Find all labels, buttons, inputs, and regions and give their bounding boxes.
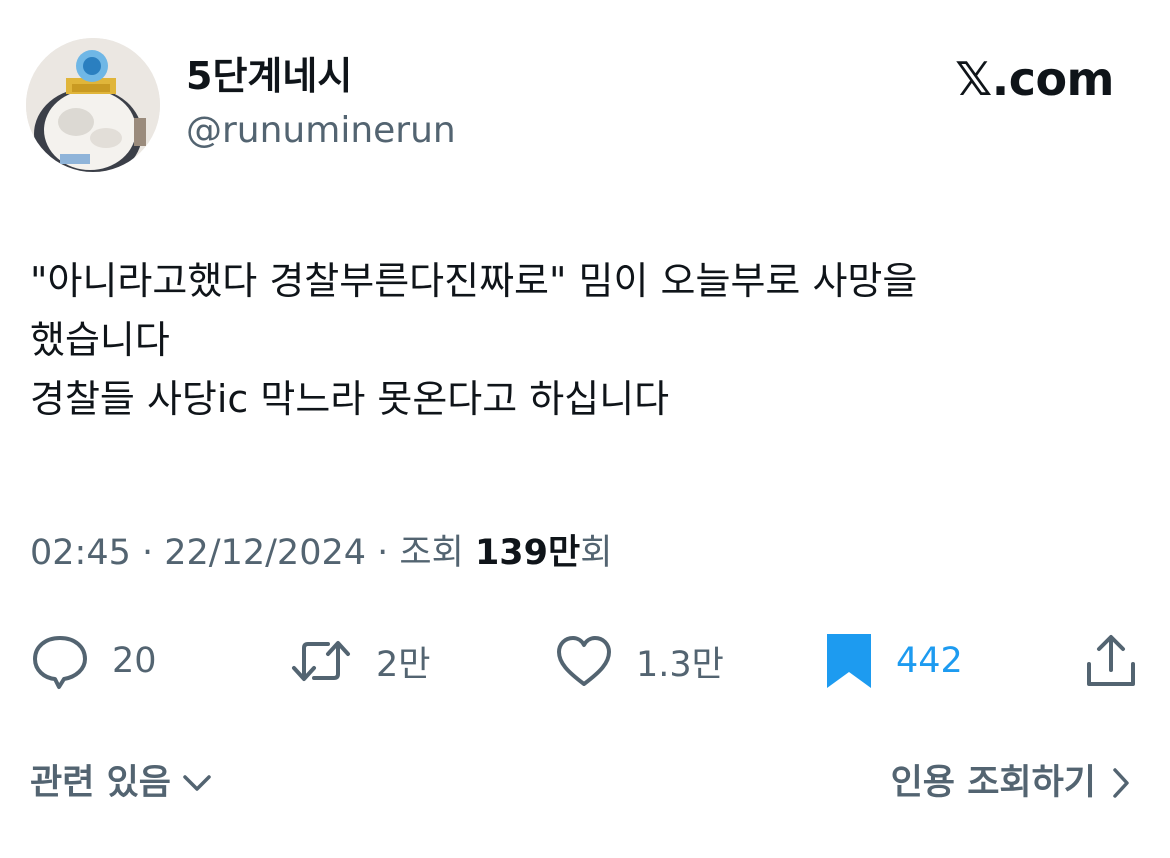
tweet-line: 경찰들 사당ic 막느라 못온다고 하십니다	[30, 377, 670, 421]
tweet-time[interactable]: 02:45	[30, 533, 131, 573]
repost-count: 2만	[376, 644, 431, 685]
meta-separator: ·	[366, 533, 400, 573]
avatar[interactable]	[26, 38, 160, 172]
author-display-name[interactable]: 5단계네시	[186, 52, 352, 100]
repost-icon	[292, 641, 350, 681]
tweet-meta: 02:45 · 22/12/2024 · 조회 139만회	[30, 530, 612, 576]
chevron-right-icon	[1113, 768, 1129, 798]
tweet-date[interactable]: 22/12/2024	[164, 533, 366, 573]
tweet-line: 했습니다	[30, 318, 170, 362]
reply-icon	[33, 636, 87, 689]
repost-button[interactable]: 2만	[288, 632, 430, 690]
x-logo: 𝕏.com	[955, 52, 1114, 106]
bookmark-icon	[827, 634, 871, 688]
reply-count: 20	[112, 641, 157, 681]
author-handle[interactable]: @runuminerun	[186, 108, 456, 154]
reply-button[interactable]: 20	[30, 632, 157, 690]
share-icon	[1087, 635, 1135, 686]
share-button[interactable]	[1082, 632, 1140, 690]
like-count: 1.3만	[636, 644, 724, 685]
meta-separator: ·	[130, 533, 165, 573]
bookmark-count: 442	[896, 641, 963, 681]
view-quotes-link[interactable]: 인용 조회하기	[891, 760, 1132, 806]
related-toggle[interactable]: 관련 있음	[30, 760, 215, 806]
view-quotes-label: 인용 조회하기	[890, 763, 1096, 803]
tweet-text: "아니라고했다 경찰부른다진짜로" 밈이 오늘부로 사망을 했습니다 경찰들 사…	[30, 252, 1140, 429]
heart-icon	[557, 636, 611, 686]
views-label: 조회	[399, 533, 464, 573]
bookmark-button[interactable]: 442	[824, 632, 963, 690]
views-count: 139만	[474, 533, 581, 573]
related-label: 관련 있음	[30, 763, 171, 803]
avatar-image	[26, 38, 160, 172]
chevron-down-icon	[183, 775, 211, 791]
tweet-line: "아니라고했다 경찰부른다진짜로" 밈이 오늘부로 사망을	[30, 259, 918, 303]
like-button[interactable]: 1.3만	[554, 632, 724, 690]
views-suffix: 회	[580, 533, 613, 573]
